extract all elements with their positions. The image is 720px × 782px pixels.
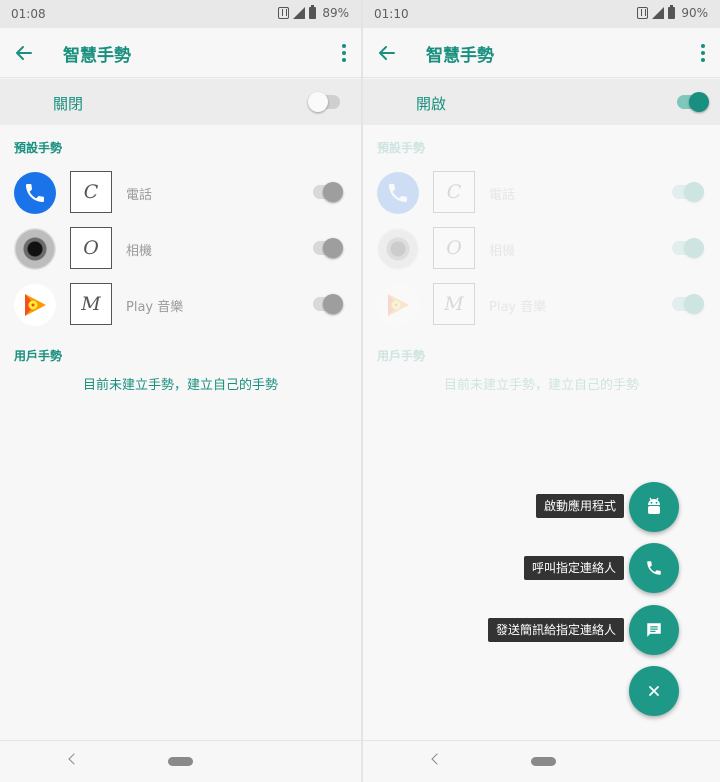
- send-message-button[interactable]: [629, 605, 679, 655]
- close-fab-button[interactable]: [629, 666, 679, 716]
- battery-percent: 90%: [681, 6, 708, 20]
- battery-icon: [309, 5, 317, 19]
- nav-home-pill[interactable]: [531, 757, 556, 766]
- signal-icon: [652, 7, 665, 19]
- fab-label-send-message[interactable]: 發送簡訊給指定連絡人: [487, 618, 624, 642]
- gesture-letter-box[interactable]: O: [70, 227, 112, 269]
- gesture-row-play-music[interactable]: M Play 音樂: [0, 282, 361, 330]
- phone-icon: [14, 172, 56, 214]
- nfc-icon: [278, 7, 290, 19]
- nav-home-pill[interactable]: [168, 757, 193, 766]
- play-music-icon: [14, 284, 56, 326]
- gesture-app-label: 相機: [126, 244, 153, 259]
- camera-icon: [14, 228, 56, 270]
- master-toggle-label: 關閉: [53, 95, 84, 113]
- switch-knob: [689, 92, 709, 112]
- status-icons: 90%: [637, 5, 708, 20]
- right-screen: 01:10 90% 智慧手勢 開啟 預設手勢 C 電話 O 相機 M Play …: [363, 0, 720, 782]
- fab-label-launch-app[interactable]: 啟動應用程式: [535, 494, 624, 518]
- navigation-bar: [363, 740, 720, 782]
- gesture-row-camera[interactable]: O 相機: [0, 226, 361, 274]
- navigation-bar: [0, 740, 361, 782]
- fab-label-call-contact[interactable]: 呼叫指定連絡人: [523, 556, 624, 580]
- status-bar: 01:10 90%: [363, 0, 720, 28]
- gesture-app-label: Play 音樂: [126, 300, 184, 315]
- gesture-letter-box[interactable]: C: [70, 171, 112, 213]
- gesture-switch[interactable]: [313, 294, 343, 314]
- status-bar: 01:08 89%: [0, 0, 361, 28]
- android-icon: [648, 497, 660, 514]
- app-bar: 智慧手勢: [0, 28, 361, 78]
- battery-percent: 89%: [322, 6, 349, 20]
- message-icon: [647, 623, 661, 637]
- gesture-app-label: 電話: [126, 188, 153, 203]
- switch-knob: [323, 294, 343, 314]
- preset-gestures-heading: 預設手勢: [14, 141, 63, 155]
- close-icon: [649, 686, 659, 696]
- app-bar: 智慧手勢: [363, 28, 720, 78]
- nav-back-icon[interactable]: [431, 753, 443, 765]
- gesture-switch[interactable]: [313, 182, 343, 202]
- gesture-switch[interactable]: [313, 238, 343, 258]
- battery-icon: [668, 5, 676, 19]
- empty-gestures-message[interactable]: 目前未建立手勢，建立自己的手勢: [0, 374, 361, 393]
- nfc-icon: [637, 7, 649, 19]
- status-icons: 89%: [278, 5, 349, 20]
- master-toggle-row[interactable]: 開啟: [363, 79, 720, 125]
- switch-knob: [323, 238, 343, 258]
- user-gestures-heading: 用戶手勢: [14, 349, 63, 363]
- more-options-icon[interactable]: [341, 44, 347, 62]
- left-screen: 01:08 89% 智慧手勢 關閉 預設手勢 C 電話 O 相機 M Play …: [0, 0, 361, 782]
- status-time: 01:10: [374, 7, 409, 21]
- switch-knob: [308, 92, 328, 112]
- gesture-letter-box[interactable]: M: [70, 283, 112, 325]
- more-options-icon[interactable]: [700, 44, 706, 62]
- signal-icon: [293, 7, 306, 19]
- gesture-row-phone[interactable]: C 電話: [0, 170, 361, 218]
- master-toggle-row[interactable]: 關閉: [0, 79, 361, 125]
- page-title: 智慧手勢: [426, 46, 494, 66]
- phone-icon: [647, 561, 661, 575]
- master-switch[interactable]: [308, 92, 340, 112]
- screenshot-comparison: 01:08 89% 智慧手勢 關閉 預設手勢 C 電話 O 相機 M Play …: [0, 0, 720, 782]
- nav-back-icon[interactable]: [68, 753, 80, 765]
- master-toggle-label: 開啟: [416, 95, 447, 113]
- page-title: 智慧手勢: [63, 46, 131, 66]
- back-arrow-icon[interactable]: [377, 43, 397, 63]
- call-contact-button[interactable]: [629, 543, 679, 593]
- switch-knob: [323, 182, 343, 202]
- launch-app-button[interactable]: [629, 482, 679, 532]
- status-time: 01:08: [11, 7, 46, 21]
- master-switch[interactable]: [677, 92, 709, 112]
- back-arrow-icon[interactable]: [14, 43, 34, 63]
